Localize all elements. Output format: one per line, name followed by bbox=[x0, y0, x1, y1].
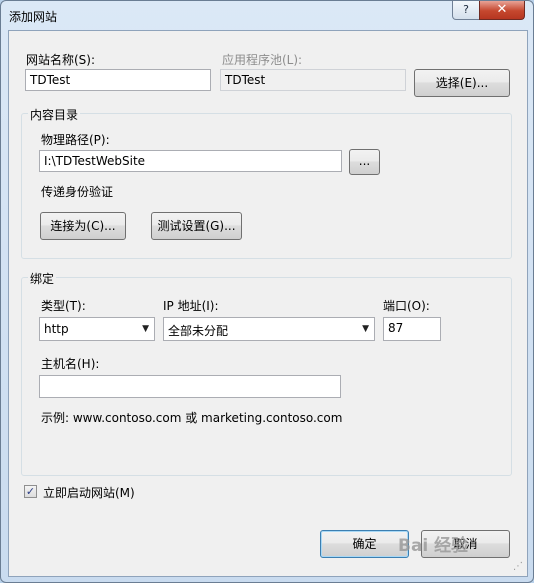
content-directory-title: 内容目录 bbox=[28, 106, 81, 123]
dialog-title: 添加网站 bbox=[9, 10, 58, 24]
checkmark-icon: ✓ bbox=[25, 485, 36, 498]
ip-address-value: 全部未分配 bbox=[168, 324, 229, 338]
app-pool-label: 应用程序池(L): bbox=[222, 53, 303, 67]
ok-button[interactable]: 确定 bbox=[320, 530, 409, 558]
close-icon: ✕ bbox=[496, 2, 508, 17]
help-button[interactable]: ? bbox=[452, 1, 480, 20]
host-name-label: 主机名(H): bbox=[41, 357, 100, 371]
watermark-logo: Bai 经验 bbox=[398, 536, 469, 556]
dropdown-arrow-icon: ▼ bbox=[362, 324, 369, 334]
connect-as-button[interactable]: 连接为(C)... bbox=[40, 212, 126, 240]
help-icon: ? bbox=[463, 3, 469, 16]
port-input[interactable]: 87 bbox=[383, 317, 441, 341]
start-website-checkbox[interactable]: ✓ bbox=[24, 485, 37, 498]
site-name-label: 网站名称(S): bbox=[26, 53, 96, 67]
host-example-text: 示例: www.contoso.com 或 marketing.contoso.… bbox=[41, 411, 343, 425]
ip-address-label: IP 地址(I): bbox=[163, 299, 219, 313]
type-label: 类型(T): bbox=[41, 299, 86, 313]
pass-through-auth-label: 传递身份验证 bbox=[41, 185, 114, 199]
resize-grip[interactable]: ⋰ bbox=[513, 561, 523, 572]
type-value: http bbox=[44, 322, 69, 336]
add-website-dialog: 添加网站 ? ✕ 网站名称(S): TDTest 应用程序池(L): TDTes… bbox=[0, 0, 534, 583]
browse-button[interactable]: ... bbox=[349, 149, 380, 175]
title-bar[interactable]: 添加网站 ? ✕ bbox=[1, 1, 533, 31]
app-pool-field: TDTest bbox=[220, 69, 406, 91]
dialog-body: 网站名称(S): TDTest 应用程序池(L): TDTest 选择(E)..… bbox=[8, 30, 528, 577]
type-select[interactable]: http ▼ bbox=[39, 317, 155, 341]
ip-address-select[interactable]: 全部未分配 ▼ bbox=[163, 317, 375, 341]
close-button[interactable]: ✕ bbox=[479, 1, 525, 20]
start-website-label[interactable]: 立即启动网站(M) bbox=[43, 484, 135, 501]
select-app-pool-button[interactable]: 选择(E)... bbox=[414, 69, 510, 97]
site-name-input[interactable]: TDTest bbox=[25, 69, 211, 91]
binding-group: 绑定 类型(T): http ▼ IP 地址(I): 全部未分配 ▼ 端口(O)… bbox=[21, 270, 512, 476]
content-directory-group: 内容目录 物理路径(P): I:\TDTestWebSite ... 传递身份验… bbox=[21, 106, 512, 259]
binding-title: 绑定 bbox=[28, 270, 57, 287]
dropdown-arrow-icon: ▼ bbox=[142, 324, 149, 334]
test-settings-button[interactable]: 测试设置(G)... bbox=[151, 212, 242, 240]
physical-path-input[interactable]: I:\TDTestWebSite bbox=[39, 150, 342, 172]
port-label: 端口(O): bbox=[383, 299, 430, 313]
physical-path-label: 物理路径(P): bbox=[41, 133, 110, 147]
host-name-input[interactable] bbox=[39, 375, 341, 398]
